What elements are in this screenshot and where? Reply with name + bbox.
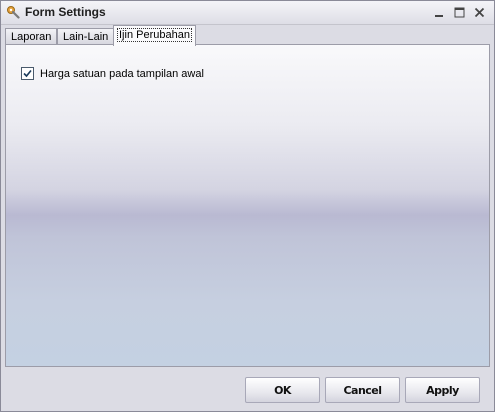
tab-strip: Laporan Lain-Lain Ijin Perubahan (5, 25, 490, 46)
window-title: Form Settings (25, 5, 106, 19)
cancel-button[interactable]: Cancel (325, 377, 400, 403)
checkbox-label: Harga satuan pada tampilan awal (40, 67, 204, 80)
maximize-icon[interactable] (452, 5, 467, 20)
title-bar[interactable]: Form Settings (1, 1, 494, 25)
tab-laporan[interactable]: Laporan (5, 28, 58, 45)
settings-wrench-icon (6, 5, 20, 19)
harga-satuan-checkbox-row[interactable]: Harga satuan pada tampilan awal (21, 67, 204, 80)
checkmark-icon (23, 69, 32, 78)
ok-button[interactable]: OK (245, 377, 320, 403)
close-icon[interactable] (472, 5, 487, 20)
tab-ijin-perubahan[interactable]: Ijin Perubahan (113, 25, 196, 46)
tab-label: Laporan (11, 31, 52, 43)
form-settings-window: Form Settings Laporan Lain-Lain Ijin Per… (0, 0, 495, 412)
tab-label: Ijin Perubahan (117, 28, 192, 42)
tab-lain-lain[interactable]: Lain-Lain (57, 28, 115, 45)
minimize-icon[interactable] (432, 5, 447, 20)
tab-panel-ijin-perubahan: Harga satuan pada tampilan awal (5, 44, 490, 367)
tab-label: Lain-Lain (63, 31, 109, 43)
apply-button[interactable]: Apply (405, 377, 480, 403)
harga-satuan-checkbox[interactable] (21, 67, 34, 80)
